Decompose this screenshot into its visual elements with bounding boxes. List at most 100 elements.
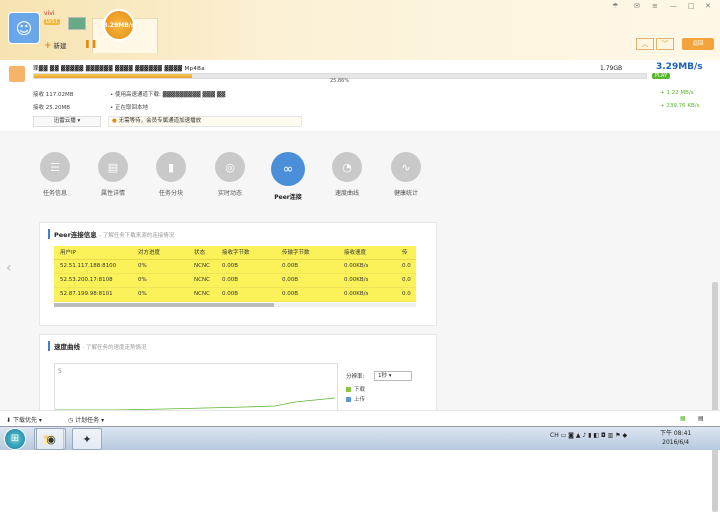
tab-label: 属性详情 [100, 190, 125, 197]
bar-chart-icon: ▮ [156, 152, 186, 182]
tab-properties[interactable]: ▤ 属性详情 [83, 152, 143, 197]
tab-blocks[interactable]: ▮ 任务分块 [141, 152, 201, 197]
rate-label: 分辨率: [346, 374, 365, 380]
maximize-icon[interactable]: □ [688, 2, 695, 10]
vip-notice[interactable]: ● 无需等待，会员专属通道加速播放 [108, 116, 302, 127]
ime-indicator[interactable]: CH [550, 432, 559, 439]
col-status[interactable]: 状态 [188, 246, 216, 260]
speed-tab[interactable]: 3.29MB/s [92, 9, 158, 53]
table-row[interactable]: 52.87.199.98:8101 0% NCNC 0.00B 0.00B 0.00KB/… [54, 287, 416, 302]
top-bar: ☺ vivi LV11 3.29MB/s + 新建 ❚❚ ☂ ✉ ≡ — □ ✕ … [0, 0, 720, 60]
vip-thumbnail[interactable] [68, 17, 86, 30]
username: vivi [44, 10, 55, 17]
task-nav: ︿ ﹀ [636, 38, 674, 50]
speed-panel-subtitle: - 了解任务的速度走势情况 [82, 345, 147, 351]
scroll-thumb[interactable] [712, 282, 718, 512]
download-first-toggle[interactable]: ⬇ 下载优先 ▾ [6, 415, 42, 424]
y-tick-label: 5 [58, 368, 62, 375]
progress-fill [34, 74, 193, 78]
legend-download: 下载 [346, 385, 365, 393]
col-progress[interactable]: 对方进度 [132, 246, 188, 260]
tab-speed-curve[interactable]: ◔ 速度曲线 [317, 152, 377, 197]
p2p-rate: + 239.76 KB/s [660, 103, 700, 109]
windows-taskbar: ⊞ 📁 ◉ ✦ CH ▭ ◙ ▲ ♪ ▮ ◧ ◘ ▥ ⚑ ◆ 下午 08:41 2… [0, 426, 720, 450]
detail-area: ‹ ☰ 任务信息 ▤ 属性详情 ▮ 任务分块 ◎ 实时动态 ∞ Peer连接 ◔ 速度曲线 … [0, 132, 720, 512]
chart-icon[interactable]: ▦ [680, 415, 686, 422]
received-amount: 接收 117.02MB [33, 92, 74, 98]
col-ip[interactable]: 用户IP [54, 246, 132, 260]
peer-panel: Peer连接信息 - 了解任务下载来源的连接情况 用户IP 对方进度 状态 接收… [39, 222, 437, 326]
tab-label: 任务信息 [42, 190, 67, 197]
cloud-play-label: 迅雷云播 [53, 118, 76, 124]
task-row[interactable]: 罪▓▓ ▓▓ ▓▓▓▓▓ ▓▓▓▓▓▓ ▓▓▓▓ ▓▓▓▓▓▓ ▓▓▓▓ Mp4… [0, 60, 720, 132]
download-speed: 3.29MB/s [656, 62, 703, 72]
thunder-app[interactable]: ✦ [72, 428, 102, 450]
compass-icon: ◎ [215, 152, 245, 182]
speed-panel: 速度曲线 - 了解任务的速度走势情况 5 分辨率: 1秒 ▾ 下载 上传 [39, 334, 437, 414]
high-speed-channel: • 使用高速通道下载: ▓▓▓▓▓▓▓▓▓ ▓▓▓ ▓▓ [110, 92, 226, 98]
pause-icon[interactable]: ❚❚ [84, 39, 97, 48]
speed-chart-svg: 5 [55, 368, 336, 411]
chrome-app[interactable]: ◉ [36, 428, 66, 450]
plus-icon: + [44, 41, 52, 51]
skin-icon[interactable]: ☂ [612, 2, 618, 10]
speed-circle: 3.29MB/s [103, 9, 135, 41]
grid-icon[interactable]: ▤ [698, 415, 704, 422]
tab-label: 健康统计 [393, 190, 418, 197]
link-icon: ∞ [271, 152, 305, 186]
saving-status: • 正在取回本地 [110, 105, 148, 111]
schedule-toggle[interactable]: ◷ 计划任务 ▾ [68, 415, 104, 424]
start-button[interactable]: ⊞ [4, 428, 26, 450]
col-more[interactable]: 传 [396, 246, 416, 260]
legend-upload: 上传 [346, 395, 365, 403]
new-task-label: 新建 [53, 42, 67, 50]
peer-panel-title: Peer连接信息 - 了解任务下载来源的连接情况 [48, 229, 174, 239]
chevron-up-icon[interactable]: ︿ [636, 38, 654, 50]
avatar[interactable]: ☺ [8, 12, 40, 44]
col-transferred[interactable]: 传输字节数 [276, 246, 338, 260]
cloud-play-button[interactable]: 迅雷云播 ▾ [33, 116, 101, 127]
col-speed[interactable]: 接收速度 [338, 246, 396, 260]
menu-icon[interactable]: ≡ [652, 2, 658, 10]
high-speed-rate: + 1.22 MB/s [660, 90, 694, 96]
progress-percent: 25.86% [330, 78, 350, 84]
file-name: 罪▓▓ ▓▓ ▓▓▓▓▓ ▓▓▓▓▓▓ ▓▓▓▓ ▓▓▓▓▓▓ ▓▓▓▓ Mp4… [33, 66, 205, 72]
gauge-icon: ◔ [332, 152, 362, 182]
tab-label: 速度曲线 [334, 190, 359, 197]
play-button[interactable]: PLAY [652, 73, 671, 79]
tab-label: Peer连接 [274, 194, 302, 201]
rate-value: 1秒 [378, 373, 387, 379]
vip-notice-text: 无需等待，会员专属通道加速播放 [118, 118, 202, 124]
level-badge: LV11 [44, 19, 61, 25]
pulse-icon: ∿ [391, 152, 421, 182]
rate-select[interactable]: 1秒 ▾ [374, 371, 412, 381]
clock[interactable]: 下午 08:41 2016/6/4 [660, 429, 691, 447]
scroll-thumb[interactable] [54, 303, 274, 307]
new-task-button[interactable]: + 新建 [44, 40, 67, 51]
back-button[interactable]: 返回 [682, 38, 714, 50]
chevron-down-icon[interactable]: ﹀ [656, 38, 674, 50]
table-row[interactable]: 52.53.200.17:8108 0% NCNC 0.00B 0.00B 0.00KB/… [54, 273, 416, 288]
tab-realtime[interactable]: ◎ 实时动态 [200, 152, 260, 197]
vertical-scrollbar[interactable] [712, 282, 718, 512]
speed-panel-title: 速度曲线 - 了解任务的速度走势情况 [48, 341, 147, 351]
received-amount-2: 接收 25.20MB [33, 105, 71, 111]
table-row[interactable]: 52.51.117.188:8100 0% NCNC 0.00B 0.00B 0.00KB… [54, 259, 416, 274]
system-tray[interactable]: CH ▭ ◙ ▲ ♪ ▮ ◧ ◘ ▥ ⚑ ◆ [550, 432, 627, 439]
chevron-left-icon[interactable]: ‹ [6, 260, 12, 276]
col-received[interactable]: 接收字节数 [216, 246, 276, 260]
status-bar: ⬇ 下载优先 ▾ ◷ 计划任务 ▾ ▦ ▤ [0, 410, 720, 426]
horizontal-scrollbar[interactable] [54, 303, 416, 307]
tab-task-info[interactable]: ☰ 任务信息 [25, 152, 85, 197]
video-file-icon [9, 66, 25, 82]
download-line [55, 397, 336, 411]
message-icon[interactable]: ✉ [634, 2, 640, 10]
peer-table[interactable]: 用户IP 对方进度 状态 接收字节数 传输字节数 接收速度 传 52.51.11… [54, 246, 416, 302]
tab-health[interactable]: ∿ 健康统计 [376, 152, 436, 197]
tab-peer[interactable]: ∞ Peer连接 [258, 152, 318, 201]
peer-panel-subtitle: - 了解任务下载来源的连接情况 [99, 233, 175, 239]
close-icon[interactable]: ✕ [705, 2, 711, 10]
file-size: 1.79GB [600, 65, 623, 72]
minimize-icon[interactable]: — [670, 2, 677, 10]
tab-label: 实时动态 [217, 190, 242, 197]
